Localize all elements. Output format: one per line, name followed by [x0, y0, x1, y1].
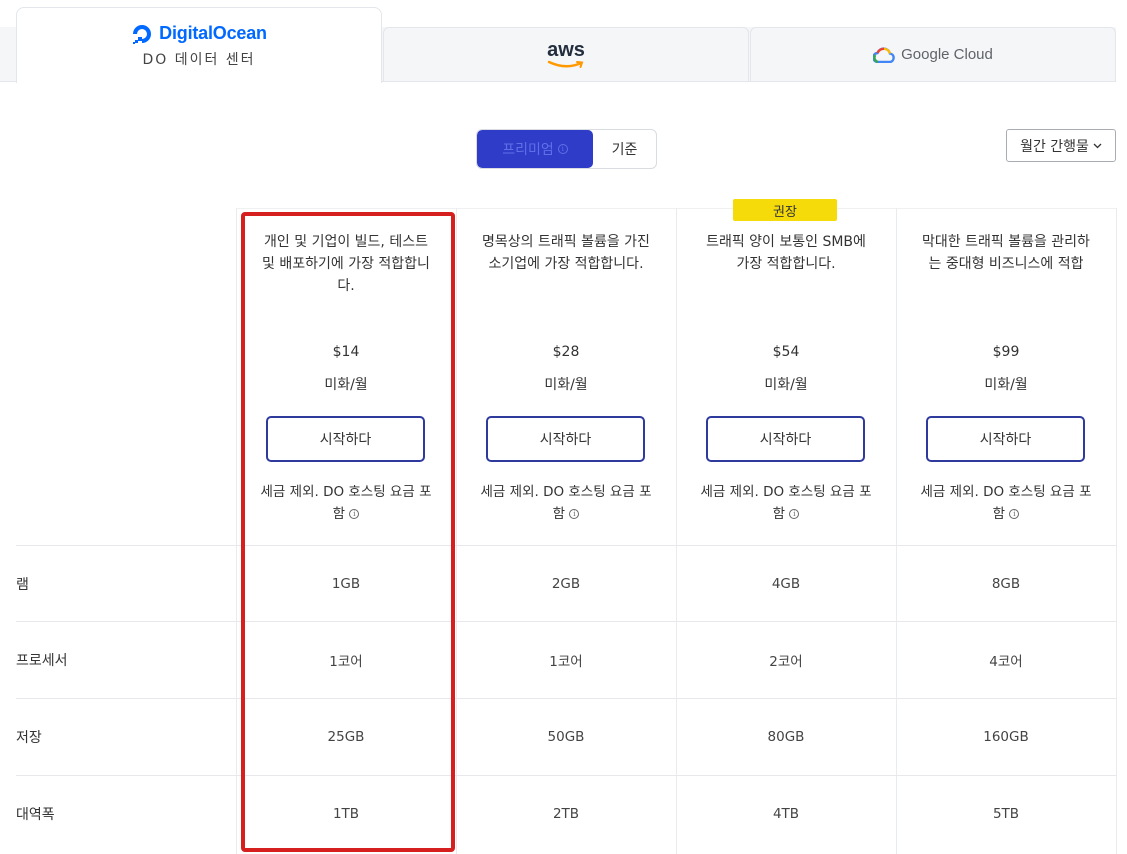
toggle-premium-label: 프리미엄 — [502, 142, 554, 158]
google-cloud-logo: Google Cloud — [873, 46, 993, 63]
plan-type-toggle: 프리미엄 i 기준 — [476, 129, 657, 169]
plan-card-4: 막대한 트래픽 볼륨을 관리하는 중대형 비즈니스에 적합 $99 미화/월 시… — [896, 209, 1116, 545]
plan-note-text: 세금 제외. DO 호스팅 요금 포함 — [480, 484, 652, 522]
spec-value: 50GB — [547, 729, 585, 745]
plan-card-2: 명목상의 트래픽 볼륨을 가진 소기업에 가장 적합합니다. $28 미화/월 … — [456, 209, 676, 545]
spec-label: 램 — [16, 577, 29, 593]
plan-note-text: 세금 제외. DO 호스팅 요금 포함 — [920, 484, 1092, 522]
spec-label: 저장 — [16, 730, 42, 746]
plan-price: $99 — [992, 344, 1020, 360]
spec-value: 1GB — [331, 576, 361, 592]
info-icon[interactable]: i — [569, 509, 580, 519]
spec-value: 4코어 — [989, 654, 1023, 670]
spec-row-ram: 램 1GB 2GB 4GB 8GB — [16, 545, 1116, 622]
plan-price: $14 — [332, 344, 360, 360]
plan-card-3: 트래픽 양이 보통인 SMB에 가장 적합합니다. $54 미화/월 시작하다 … — [676, 209, 896, 545]
info-icon[interactable]: i — [1009, 509, 1020, 519]
tab-digitalocean-subtitle: DO 데이터 센터 — [142, 51, 256, 68]
spec-value: 5TB — [992, 806, 1020, 822]
plan-description: 명목상의 트래픽 볼륨을 가진 소기업에 가장 적합합니다. — [482, 234, 650, 272]
aws-smile-icon — [547, 60, 584, 68]
spec-value: 2코어 — [769, 654, 803, 670]
plan-price-unit: 미화/월 — [764, 377, 808, 393]
tab-aws[interactable]: aws — [383, 27, 749, 82]
digitalocean-brand: DigitalOcean — [159, 23, 267, 43]
spec-value: 1코어 — [549, 654, 583, 670]
plan-note-text: 세금 제외. DO 호스팅 요금 포함 — [260, 484, 432, 522]
tab-digitalocean[interactable]: DigitalOcean DO 데이터 센터 — [16, 7, 382, 83]
spec-value: 160GB — [983, 729, 1029, 745]
billing-period-label: 월간 간행물 — [1020, 138, 1089, 155]
plan-price: $54 — [772, 344, 800, 360]
toggle-basic[interactable]: 기준 — [593, 130, 656, 168]
get-started-button[interactable]: 시작하다 — [486, 416, 645, 462]
google-cloud-icon — [873, 46, 895, 63]
spec-value: 2GB — [551, 576, 581, 592]
billing-period-select[interactable]: 월간 간행물 — [1006, 129, 1116, 162]
aws-logo: aws — [547, 38, 585, 61]
spec-value: 4GB — [771, 576, 801, 592]
spec-value: 1코어 — [329, 654, 363, 670]
column-divider — [1116, 208, 1117, 854]
google-cloud-brand: Google Cloud — [901, 46, 993, 63]
spec-value: 25GB — [327, 729, 365, 745]
toggle-basic-label: 기준 — [611, 142, 638, 158]
spec-value: 2TB — [552, 806, 580, 822]
plan-note: 세금 제외. DO 호스팅 요금 포함 i — [696, 481, 876, 525]
spec-value: 80GB — [767, 729, 805, 745]
toggle-premium[interactable]: 프리미엄 i — [477, 130, 593, 168]
plan-description: 막대한 트래픽 볼륨을 관리하는 중대형 비즈니스에 적합 — [922, 234, 1090, 272]
get-started-button[interactable]: 시작하다 — [706, 416, 865, 462]
plan-price: $28 — [552, 344, 580, 360]
plan-description: 트래픽 양이 보통인 SMB에 가장 적합합니다. — [706, 234, 866, 272]
spec-label: 대역폭 — [16, 807, 55, 823]
digitalocean-logo: DigitalOcean — [131, 23, 267, 45]
plan-note: 세금 제외. DO 호스팅 요금 포함 i — [476, 481, 656, 525]
spec-row-storage: 저장 25GB 50GB 80GB 160GB — [16, 698, 1116, 775]
plan-price-unit: 미화/월 — [544, 377, 588, 393]
info-icon[interactable]: i — [349, 509, 360, 519]
provider-tabs: DigitalOcean DO 데이터 센터 aws Google Cloud — [0, 0, 1127, 83]
recommended-badge: 권장 — [733, 199, 837, 221]
spec-value: 8GB — [991, 576, 1021, 592]
chevron-down-icon — [1093, 143, 1102, 148]
plan-price-unit: 미화/월 — [324, 377, 368, 393]
info-icon[interactable]: i — [557, 144, 568, 154]
digitalocean-icon — [133, 24, 152, 44]
spec-label: 프로세서 — [16, 653, 68, 669]
plan-price-unit: 미화/월 — [984, 377, 1028, 393]
plan-description: 개인 및 기업이 빌드, 테스트 및 배포하기에 가장 적합합니다. — [262, 234, 430, 294]
plan-note-text: 세금 제외. DO 호스팅 요금 포함 — [700, 484, 872, 522]
spec-row-processor: 프로세서 1코어 1코어 2코어 4코어 — [16, 621, 1116, 698]
plan-card-1: 개인 및 기업이 빌드, 테스트 및 배포하기에 가장 적합합니다. $14 미… — [236, 209, 456, 545]
plan-note: 세금 제외. DO 호스팅 요금 포함 i — [916, 481, 1096, 525]
spec-row-bandwidth: 대역폭 1TB 2TB 4TB 5TB — [16, 775, 1116, 852]
get-started-button[interactable]: 시작하다 — [266, 416, 425, 462]
info-icon[interactable]: i — [789, 509, 800, 519]
spec-value: 1TB — [332, 806, 360, 822]
spec-value: 4TB — [772, 806, 800, 822]
plan-note: 세금 제외. DO 호스팅 요금 포함 i — [256, 481, 436, 525]
get-started-button[interactable]: 시작하다 — [926, 416, 1085, 462]
tab-google-cloud[interactable]: Google Cloud — [750, 27, 1116, 82]
